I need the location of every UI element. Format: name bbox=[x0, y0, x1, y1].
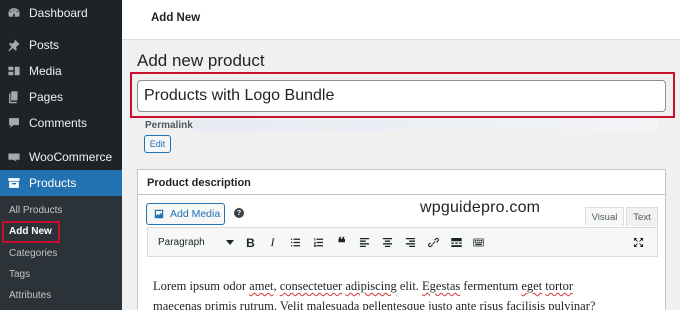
woocommerce-icon bbox=[6, 149, 22, 165]
align-left-icon[interactable] bbox=[357, 235, 372, 250]
toolbar-toggle-icon[interactable] bbox=[471, 235, 486, 250]
align-right-icon[interactable] bbox=[403, 235, 418, 250]
bold-icon[interactable]: B bbox=[243, 235, 258, 250]
submenu-item-all-products[interactable]: All Products bbox=[9, 205, 62, 216]
editor-line-2: maecenas primis rutrum. Velit malesuada … bbox=[153, 299, 596, 310]
sidebar-item-label: Comments bbox=[29, 116, 88, 130]
permalink-label: Permalink: bbox=[145, 120, 197, 131]
media-icon bbox=[154, 209, 164, 219]
watermark-text: wpguidepro.com bbox=[420, 199, 541, 216]
product-title-input[interactable]: Products with Logo Bundle bbox=[137, 80, 666, 112]
sidebar-item-comments[interactable]: Comments bbox=[0, 110, 122, 136]
tab-visual[interactable]: Visual bbox=[585, 207, 624, 226]
sidebar-item-label: Products bbox=[29, 176, 77, 190]
help-icon[interactable]: ? bbox=[234, 208, 244, 218]
numbered-list-icon[interactable] bbox=[311, 235, 326, 250]
header-title: Add New bbox=[151, 12, 201, 24]
link-icon[interactable] bbox=[426, 235, 441, 250]
sidebar-item-pages[interactable]: Pages bbox=[0, 84, 122, 110]
permalink-edit-button[interactable]: Edit bbox=[144, 135, 171, 153]
submenu-item-tags[interactable]: Tags bbox=[9, 269, 30, 280]
sidebar-item-dashboard[interactable]: Dashboard bbox=[0, 0, 122, 26]
align-center-icon[interactable] bbox=[380, 235, 395, 250]
page-header: Add New bbox=[122, 0, 680, 40]
tab-text[interactable]: Text bbox=[626, 207, 658, 226]
format-select[interactable]: Paragraph bbox=[152, 233, 238, 252]
editor-content[interactable]: Lorem ipsum odor amet, consectetuer adip… bbox=[153, 276, 653, 310]
sidebar-item-label: Dashboard bbox=[29, 6, 88, 20]
sidebar-item-label: WooCommerce bbox=[29, 150, 113, 164]
permalink-url[interactable] bbox=[193, 119, 658, 131]
italic-icon[interactable]: I bbox=[265, 235, 280, 250]
dashboard-icon bbox=[6, 5, 22, 21]
products-submenu: All Products Add New Categories Tags Att… bbox=[0, 196, 122, 310]
sidebar-item-woocommerce[interactable]: WooCommerce bbox=[0, 144, 122, 170]
add-new-highlight bbox=[2, 221, 60, 243]
panel-header: Product description bbox=[138, 170, 665, 195]
submenu-item-categories[interactable]: Categories bbox=[9, 248, 57, 259]
sidebar-item-label: Media bbox=[29, 64, 62, 78]
add-media-label: Add Media bbox=[170, 208, 221, 220]
blockquote-icon[interactable]: ❝ bbox=[334, 235, 349, 252]
sidebar-item-products[interactable]: Products bbox=[0, 170, 122, 196]
sidebar-item-posts[interactable]: Posts bbox=[0, 32, 122, 58]
pin-icon bbox=[6, 37, 22, 53]
pages-icon bbox=[6, 89, 22, 105]
sidebar-item-media[interactable]: Media bbox=[0, 58, 122, 84]
panel-title: Product description bbox=[147, 177, 251, 189]
page-title: Add new product bbox=[137, 51, 265, 70]
bullet-list-icon[interactable] bbox=[288, 235, 303, 250]
format-select-value: Paragraph bbox=[158, 237, 205, 248]
submenu-item-attributes[interactable]: Attributes bbox=[9, 290, 51, 301]
sidebar-item-label: Pages bbox=[29, 90, 64, 104]
media-icon bbox=[6, 63, 22, 79]
fullscreen-icon[interactable] bbox=[631, 235, 646, 250]
products-icon bbox=[6, 175, 22, 191]
editor-line-1: Lorem ipsum odor amet, consectetuer adip… bbox=[153, 279, 574, 293]
comment-icon bbox=[6, 115, 22, 131]
product-description-panel: Product description Add Media ? wpguidep… bbox=[137, 169, 666, 310]
chevron-down-icon bbox=[226, 240, 234, 245]
editor-toolbar: Paragraph B I ❝ bbox=[147, 227, 658, 257]
read-more-icon[interactable] bbox=[449, 235, 464, 250]
sidebar-item-label: Posts bbox=[29, 38, 60, 52]
admin-sidebar: Dashboard Posts Media Pages Comments Woo… bbox=[0, 0, 122, 310]
add-media-button[interactable]: Add Media bbox=[146, 203, 225, 225]
